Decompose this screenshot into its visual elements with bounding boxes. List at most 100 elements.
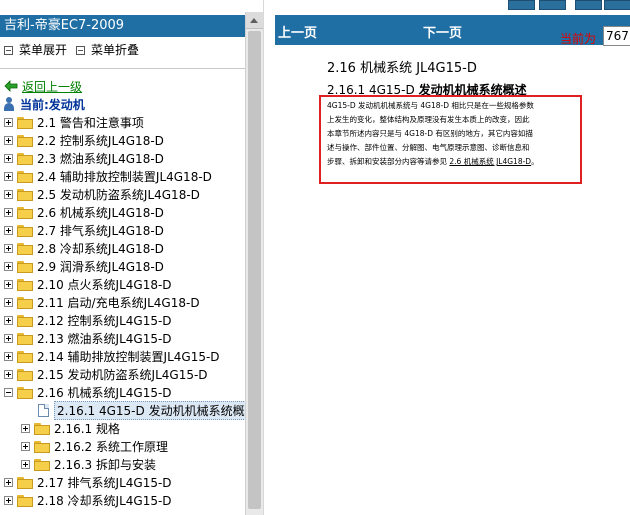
collapse-icon[interactable] bbox=[4, 388, 13, 397]
folder-icon bbox=[17, 278, 33, 291]
expand-icon[interactable] bbox=[4, 280, 13, 289]
tree-item-label: 2.4 辅助排放控制装置JL4G18-D bbox=[37, 170, 212, 184]
tree-item-label: 2.18 冷却系统JL4G15-D bbox=[37, 494, 172, 508]
toolbar-button-3[interactable] bbox=[575, 0, 602, 10]
current-page-input[interactable]: 767 bbox=[603, 26, 630, 46]
tree-item-2-10[interactable]: 2.10 点火系统JL4G18-D bbox=[4, 276, 172, 293]
tree-item-2-12[interactable]: 2.12 控制系统JL4G15-D bbox=[4, 312, 172, 329]
paragraph-line: 述与操作、部件位置、分解图、电气原理示意图、诊断信息和 bbox=[327, 143, 530, 152]
folder-icon bbox=[17, 314, 33, 327]
expand-icon[interactable] bbox=[4, 226, 13, 235]
tree-item-2-14[interactable]: 2.14 辅助排放控制装置JL4G15-D bbox=[4, 348, 220, 365]
expand-icon[interactable] bbox=[21, 424, 30, 433]
folder-icon bbox=[34, 440, 50, 453]
tree-item-2-8[interactable]: 2.8 冷却系统JL4G18-D bbox=[4, 240, 164, 257]
expand-menu-button[interactable]: 菜单展开 bbox=[4, 40, 67, 60]
expand-icon[interactable] bbox=[4, 298, 13, 307]
content-pane: 上一页 下一页 当前为 767 2.16 机械系统 JL4G15-D 2.16.… bbox=[275, 12, 630, 515]
expand-icon[interactable] bbox=[4, 352, 13, 361]
toolbar-button-1[interactable] bbox=[508, 0, 535, 10]
toolbar-button-2[interactable] bbox=[539, 0, 566, 10]
expand-menu-label: 菜单展开 bbox=[19, 43, 68, 57]
expand-icon[interactable] bbox=[4, 172, 13, 181]
tree-item-2-16-1-overview[interactable]: 2.16.1 4G15-D 发动机机械系统概述 bbox=[38, 401, 260, 420]
folder-icon bbox=[34, 422, 50, 435]
tree-item-label: 2.3 燃油系统JL4G18-D bbox=[37, 152, 164, 166]
tree-item-label: 2.17 排气系统JL4G15-D bbox=[37, 476, 172, 490]
tree-item-2-7[interactable]: 2.7 排气系统JL4G18-D bbox=[4, 222, 164, 239]
expand-icon[interactable] bbox=[4, 190, 13, 199]
tree-item-label: 2.14 辅助排放控制装置JL4G15-D bbox=[37, 350, 220, 364]
tree-item-2-11[interactable]: 2.11 启动/充电系统JL4G18-D bbox=[4, 294, 200, 311]
expand-icon[interactable] bbox=[4, 370, 13, 379]
tree-item-label: 2.5 发动机防盗系统JL4G18-D bbox=[37, 188, 200, 202]
tree-item-2-13[interactable]: 2.13 燃油系统JL4G15-D bbox=[4, 330, 172, 347]
tree-item-2-18[interactable]: 2.18 冷却系统JL4G15-D bbox=[4, 492, 172, 509]
paragraph-text: 。 bbox=[531, 157, 539, 166]
tree-item-2-16-1-specs[interactable]: 2.16.1 规格 bbox=[21, 420, 120, 437]
expand-icon[interactable] bbox=[4, 208, 13, 217]
paragraph-line: 4G15-D 发动机机械系统与 4G18-D 相比只是在一些规格参数 bbox=[327, 101, 534, 110]
tree-item-2-6[interactable]: 2.6 机械系统JL4G18-D bbox=[4, 204, 164, 221]
tree-item-2-5[interactable]: 2.5 发动机防盗系统JL4G18-D bbox=[4, 186, 200, 203]
top-toolbar-strip bbox=[0, 0, 630, 12]
current-section-label: 当前:发动机 bbox=[20, 97, 85, 112]
tree-item-label: 2.16.2 系统工作原理 bbox=[54, 440, 168, 454]
folder-icon bbox=[17, 368, 33, 381]
next-page-link[interactable]: 下一页 bbox=[423, 22, 462, 41]
collapse-menu-button[interactable]: 菜单折叠 bbox=[76, 40, 139, 60]
expand-icon[interactable] bbox=[4, 136, 13, 145]
tree-scrollbar[interactable] bbox=[245, 12, 263, 515]
folder-icon bbox=[17, 152, 33, 165]
tree-item-2-15[interactable]: 2.15 发动机防盗系统JL4G15-D bbox=[4, 366, 208, 383]
tree-item-2-16-2[interactable]: 2.16.2 系统工作原理 bbox=[21, 438, 168, 455]
tree-item-label: 2.13 燃油系统JL4G15-D bbox=[37, 332, 172, 346]
folder-icon bbox=[17, 206, 33, 219]
collapse-menu-label: 菜单折叠 bbox=[91, 43, 140, 57]
expand-icon[interactable] bbox=[4, 334, 13, 343]
tree-item-label: 2.7 排气系统JL4G18-D bbox=[37, 224, 164, 238]
expand-icon[interactable] bbox=[21, 460, 30, 469]
tree-item-label: 2.6 机械系统JL4G18-D bbox=[37, 206, 164, 220]
tree-item-2-4[interactable]: 2.4 辅助排放控制装置JL4G18-D bbox=[4, 168, 212, 185]
folder-icon bbox=[17, 350, 33, 363]
paragraph-line: 本章节所述内容只是与 4G18-D 有区别的地方，其它内容如描 bbox=[327, 129, 533, 138]
tree-item-2-16-3[interactable]: 2.16.3 拆卸与安装 bbox=[21, 456, 156, 473]
expand-icon[interactable] bbox=[4, 262, 13, 271]
reference-link[interactable]: 2.6 机械系统 JL4G18-D bbox=[449, 157, 531, 166]
folder-icon bbox=[17, 332, 33, 345]
expand-icon[interactable] bbox=[21, 442, 30, 451]
scroll-up-button[interactable] bbox=[246, 12, 263, 29]
expand-icon[interactable] bbox=[4, 478, 13, 487]
scroll-thumb[interactable] bbox=[248, 31, 261, 509]
folder-icon bbox=[17, 224, 33, 237]
tree-item-label: 2.10 点火系统JL4G18-D bbox=[37, 278, 172, 292]
prev-page-link[interactable]: 上一页 bbox=[278, 22, 317, 41]
pane-splitter[interactable] bbox=[263, 0, 275, 515]
tree-item-2-2[interactable]: 2.2 控制系统JL4G18-D bbox=[4, 132, 164, 149]
tree-item-label: 2.16.3 拆卸与安装 bbox=[54, 458, 156, 472]
expand-icon[interactable] bbox=[4, 496, 13, 505]
tree-item-label: 2.11 启动/充电系统JL4G18-D bbox=[37, 296, 200, 310]
tree-item-2-17[interactable]: 2.17 排气系统JL4G15-D bbox=[4, 474, 172, 491]
expand-icon[interactable] bbox=[4, 316, 13, 325]
tree-item-label: 2.8 冷却系统JL4G18-D bbox=[37, 242, 164, 256]
current-page-label: 当前为 bbox=[560, 32, 597, 46]
tree-item-label: 2.16.1 规格 bbox=[54, 422, 120, 436]
collapse-menu-icon bbox=[76, 45, 85, 55]
tree-item-label: 2.16.1 4G15-D 发动机机械系统概述 bbox=[54, 401, 260, 420]
paragraph-line: 上发生的变化，整体结构及原理没有发生本质上的改变，因此 bbox=[327, 115, 530, 124]
page-nav-bar: 上一页 下一页 当前为 767 bbox=[275, 15, 630, 46]
user-icon bbox=[2, 97, 16, 111]
expand-icon[interactable] bbox=[4, 154, 13, 163]
tree-item-2-9[interactable]: 2.9 润滑系统JL4G18-D bbox=[4, 258, 164, 275]
document-icon bbox=[38, 404, 49, 417]
expand-icon[interactable] bbox=[4, 118, 13, 127]
tree-item-label: 2.1 警告和注意事项 bbox=[37, 116, 144, 130]
toolbar-button-4[interactable] bbox=[604, 0, 630, 10]
tree-item-2-16[interactable]: 2.16 机械系统JL4G15-D bbox=[4, 384, 172, 401]
expand-icon[interactable] bbox=[4, 244, 13, 253]
tree-item-2-1[interactable]: 2.1 警告和注意事项 bbox=[4, 114, 144, 131]
tree-item-2-3[interactable]: 2.3 燃油系统JL4G18-D bbox=[4, 150, 164, 167]
back-up-link[interactable]: 返回上一级 bbox=[4, 78, 82, 94]
